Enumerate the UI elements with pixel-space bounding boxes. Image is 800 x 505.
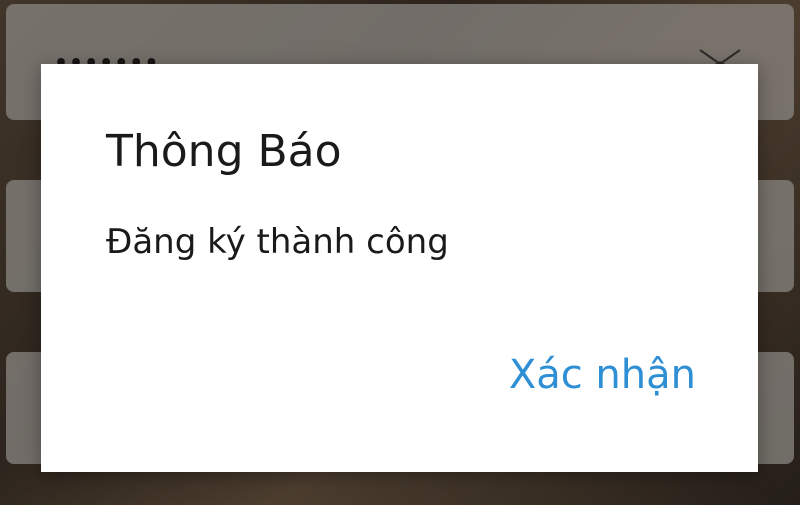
dialog-message: Đăng ký thành công: [106, 222, 449, 262]
dialog-title: Thông Báo: [106, 126, 342, 177]
alert-dialog: Thông Báo Đăng ký thành công Xác nhận: [41, 64, 758, 472]
screen: ••••••• Thông Báo Đăng ký thành công Xác…: [0, 0, 800, 505]
confirm-button[interactable]: Xác nhận: [509, 352, 696, 398]
